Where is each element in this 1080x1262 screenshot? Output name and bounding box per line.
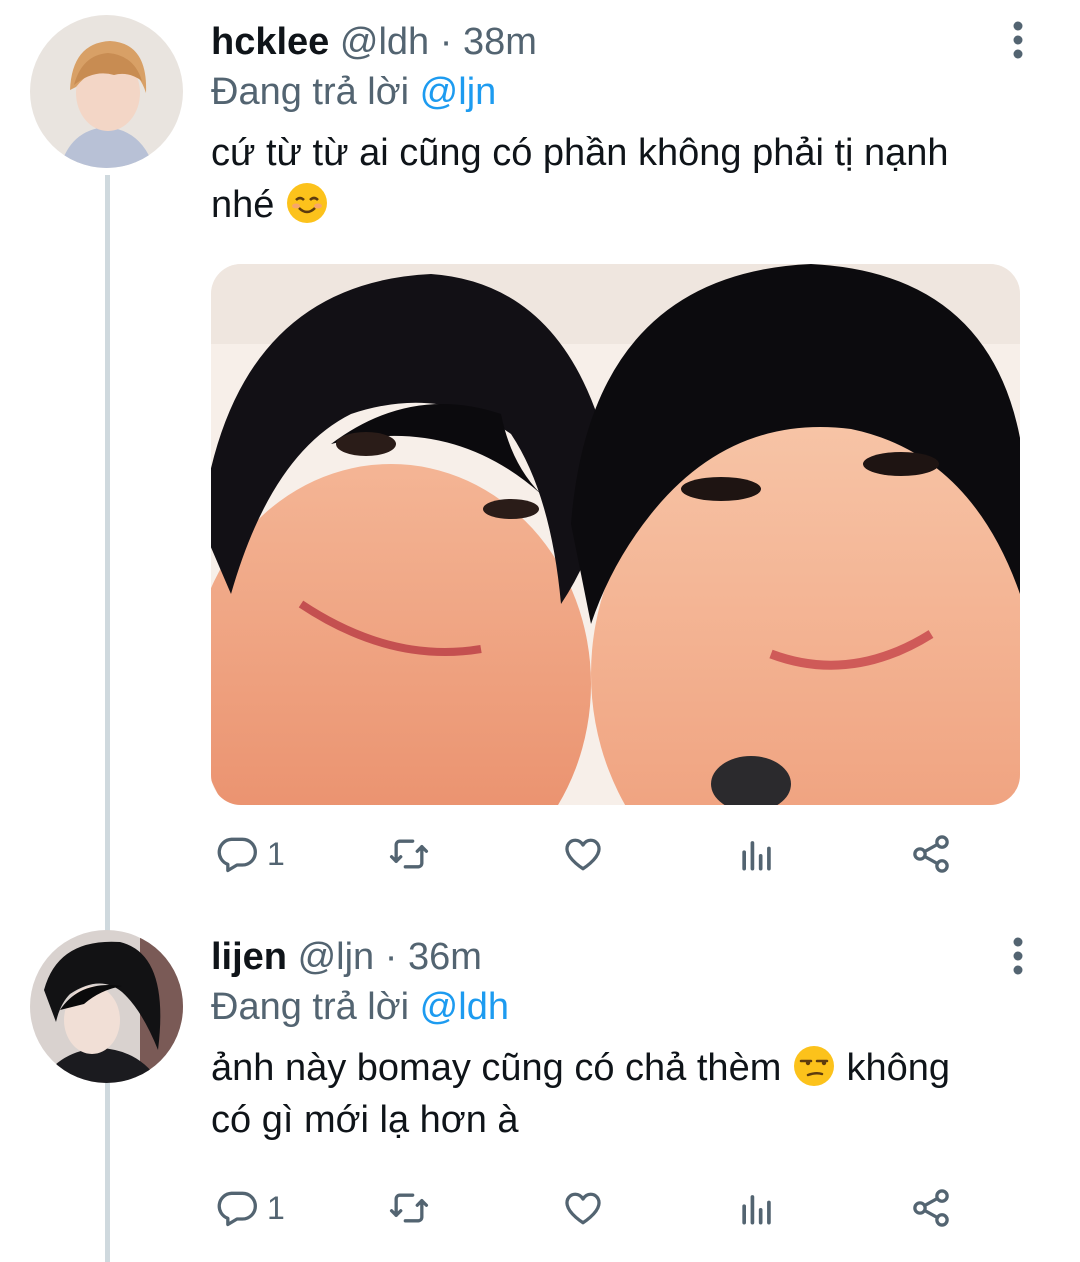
retweet-button[interactable]	[387, 826, 431, 882]
more-options-icon[interactable]	[1000, 934, 1036, 978]
tweet-text-line: ảnh này bomay cũng có chả thèm không	[211, 1042, 1040, 1094]
smiling-face-emoji-icon	[285, 181, 329, 225]
tweet-text-fragment: ảnh này bomay cũng có chả thèm	[211, 1047, 782, 1089]
timestamp[interactable]: 36m	[408, 936, 482, 978]
retweet-button[interactable]	[387, 1180, 431, 1236]
tweet-text-line-2: nhé	[211, 179, 1040, 231]
tweet-text: ảnh này bomay cũng có chả thèm không có …	[211, 1042, 1040, 1146]
analytics-icon	[742, 1195, 771, 1225]
replying-to: Đang trả lời @ldh	[211, 982, 1040, 1032]
user-handle[interactable]: @ldh	[340, 21, 429, 63]
avatar-lijen[interactable]	[30, 930, 183, 1083]
tweet-header: hcklee @ldh · 38m	[211, 17, 1040, 67]
reply-count: 1	[267, 835, 285, 872]
reply-button[interactable]: 1	[215, 826, 285, 882]
timestamp[interactable]: 38m	[463, 21, 537, 63]
separator-dot: ·	[384, 936, 398, 978]
tweet-text: cứ từ từ ai cũng có phần không phải tị n…	[211, 127, 1040, 231]
like-button[interactable]	[561, 1180, 605, 1236]
replying-prefix: Đang trả lời	[211, 986, 410, 1028]
tweet-text-line-2: có gì mới lạ hơn à	[211, 1099, 519, 1141]
analytics-button[interactable]	[735, 826, 779, 882]
thread-connector-line	[105, 175, 110, 1262]
display-name[interactable]: hcklee	[211, 21, 329, 63]
reply-icon	[217, 837, 257, 873]
share-icon	[913, 1189, 949, 1227]
tweet-text-fragment: không	[846, 1047, 951, 1089]
more-options-icon[interactable]	[1000, 18, 1036, 62]
tweet-text-fragment: nhé	[211, 184, 275, 226]
tweet-actions: 1	[211, 826, 971, 882]
avatar-hcklee[interactable]	[30, 15, 183, 168]
separator-dot: ·	[439, 21, 453, 63]
tweet-photo[interactable]	[211, 264, 1020, 805]
analytics-icon	[742, 841, 771, 871]
replying-prefix: Đang trả lời	[211, 71, 410, 113]
retweet-icon	[389, 1193, 429, 1223]
mention-link[interactable]: @ldh	[420, 986, 509, 1028]
retweet-icon	[389, 839, 429, 869]
heart-icon	[565, 1192, 601, 1225]
mention-link[interactable]: @ljn	[420, 71, 497, 113]
share-button[interactable]	[909, 1180, 953, 1236]
tweet-actions: 1	[211, 1180, 971, 1236]
display-name[interactable]: lijen	[211, 936, 287, 978]
share-button[interactable]	[909, 826, 953, 882]
like-button[interactable]	[561, 826, 605, 882]
reply-icon	[217, 1191, 257, 1227]
unamused-face-emoji-icon	[792, 1044, 836, 1088]
tweet-header: lijen @ljn · 36m	[211, 932, 1040, 982]
reply-button[interactable]: 1	[215, 1180, 285, 1236]
replying-to: Đang trả lời @ljn	[211, 67, 1040, 117]
heart-icon	[565, 838, 601, 871]
reply-count: 1	[267, 1189, 285, 1226]
user-handle[interactable]: @ljn	[298, 936, 375, 978]
tweet-text-line: cứ từ từ ai cũng có phần không phải tị n…	[211, 132, 949, 174]
share-icon	[913, 835, 949, 873]
analytics-button[interactable]	[735, 1180, 779, 1236]
